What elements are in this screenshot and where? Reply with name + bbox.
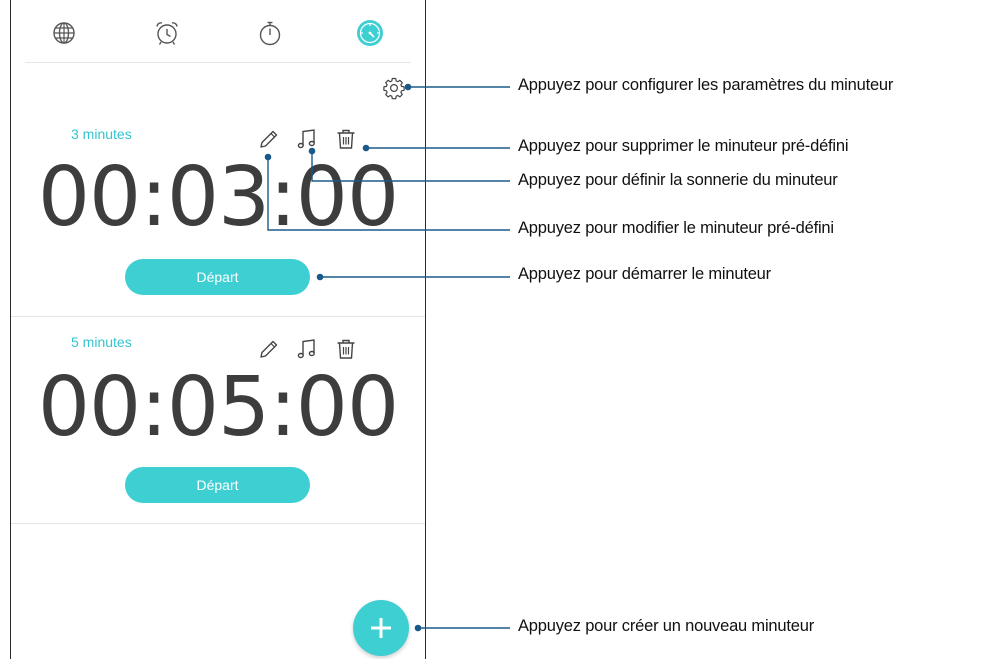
trash-icon bbox=[337, 129, 355, 149]
edit-button[interactable] bbox=[257, 337, 281, 361]
tab-bar bbox=[11, 0, 425, 62]
alarm-clock-icon bbox=[156, 22, 178, 45]
callout-create: Appuyez pour créer un nouveau minuteur bbox=[518, 617, 815, 635]
tab-bar-divider bbox=[25, 62, 411, 63]
stopwatch-icon bbox=[259, 21, 281, 46]
ringtone-button[interactable] bbox=[295, 127, 319, 151]
timer-label: 5 minutes bbox=[71, 334, 132, 350]
timer-label: 3 minutes bbox=[71, 126, 132, 142]
timer-display: 00:03:00 bbox=[37, 150, 399, 245]
add-timer-button[interactable] bbox=[353, 600, 409, 656]
timer-card: 3 minutes 00:03:00 Départ bbox=[11, 105, 425, 317]
delete-button[interactable] bbox=[334, 337, 358, 361]
tab-world-clock[interactable] bbox=[49, 18, 79, 48]
timer-card: 5 minutes 00:05:00 Départ bbox=[11, 317, 425, 523]
callout-delete: Appuyez pour supprimer le minuteur pré-d… bbox=[518, 137, 849, 155]
callout-ringtone: Appuyez pour définir la sonnerie du minu… bbox=[518, 171, 838, 189]
pencil-icon bbox=[260, 130, 278, 148]
callout-edit: Appuyez pour modifier le minuteur pré-dé… bbox=[518, 219, 834, 237]
plus-icon bbox=[371, 618, 391, 638]
start-button[interactable]: Départ bbox=[125, 259, 310, 295]
music-note-icon bbox=[297, 129, 315, 149]
trash-icon bbox=[337, 339, 355, 359]
ringtone-button[interactable] bbox=[295, 337, 319, 361]
pencil-icon bbox=[260, 340, 278, 358]
callout-start: Appuyez pour démarrer le minuteur bbox=[518, 265, 771, 283]
tab-alarm[interactable] bbox=[152, 18, 182, 48]
timer-icon bbox=[357, 20, 383, 46]
settings-button[interactable] bbox=[382, 76, 406, 100]
delete-button[interactable] bbox=[334, 127, 358, 151]
tab-timer[interactable] bbox=[355, 18, 385, 48]
gear-icon bbox=[383, 77, 405, 100]
timer-app-screen: 3 minutes 00:03:00 Départ 5 minutes 00:0… bbox=[10, 0, 426, 659]
edit-button[interactable] bbox=[257, 127, 281, 151]
callout-settings: Appuyez pour configurer les paramètres d… bbox=[518, 76, 894, 94]
music-note-icon bbox=[297, 339, 315, 359]
timer-display: 00:05:00 bbox=[37, 360, 399, 455]
card-divider bbox=[11, 523, 425, 524]
tab-stopwatch[interactable] bbox=[255, 18, 285, 48]
start-button[interactable]: Départ bbox=[125, 467, 310, 503]
globe-icon bbox=[53, 22, 75, 44]
